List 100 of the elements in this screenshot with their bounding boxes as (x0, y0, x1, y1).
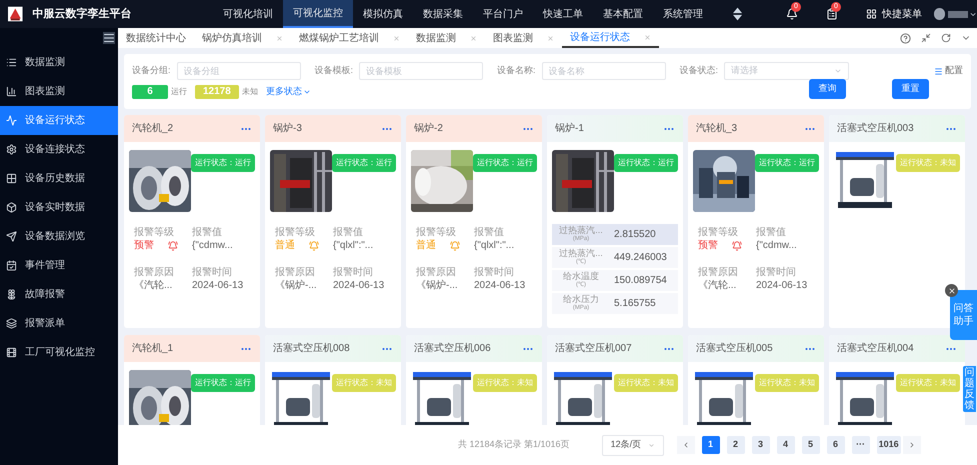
bell-icon (450, 240, 460, 250)
reading-value: 2.815520 (614, 228, 656, 242)
alarm-level: 预警 (698, 239, 718, 252)
action-button[interactable]: 重置 (892, 79, 929, 99)
caret-icon (648, 442, 655, 448)
sidebar-item[interactable]: 事件管理 (0, 251, 118, 280)
more-status-link[interactable]: 更多状态 (266, 85, 311, 99)
sort-icon[interactable] (732, 7, 742, 21)
action-button[interactable]: 查询 (809, 79, 846, 99)
nav-tab[interactable]: 数据采集 (412, 0, 473, 28)
nav-tab[interactable]: 基本配置 (592, 0, 653, 28)
alarm-level: 预警 (134, 239, 154, 252)
filter-label: 设备模板: (314, 64, 354, 78)
reading-name: 过热蒸汽... (559, 226, 603, 234)
sidebar-item[interactable]: 报警派单 (0, 309, 118, 338)
device-name: 活塞式空压机007 (555, 342, 632, 356)
device-name: 锅炉-3 (273, 122, 302, 136)
calendar-icon (6, 260, 17, 271)
page-button[interactable]: 2 (726, 436, 745, 454)
close-icon (948, 286, 956, 294)
status-badge: 运行状态：未知 (614, 374, 678, 392)
config-icon[interactable] (934, 66, 943, 76)
quick-menu[interactable]: 快捷菜单 (882, 6, 922, 22)
sidebar-item[interactable]: 设备数据浏览 (0, 222, 118, 251)
filter-input[interactable]: 设备模板 (359, 62, 484, 80)
nav-tab[interactable]: 平台门户 (472, 0, 533, 28)
nav-tab[interactable]: 可视化监控 (282, 0, 353, 28)
sidebar-item[interactable]: 数据监测 (0, 48, 118, 77)
sidebar-item[interactable]: 工厂可视化监控 (0, 338, 118, 367)
reading-name: 给水温度 (563, 272, 599, 280)
config-link[interactable]: 配置 (945, 64, 963, 78)
filter-input[interactable]: 设备分组 (176, 62, 301, 80)
caret-icon (834, 67, 842, 75)
field-value: 《锅炉-... (416, 279, 459, 292)
count-badge: 6 (132, 85, 168, 99)
status-badge: 运行状态：未知 (473, 374, 537, 392)
sidebar-item[interactable]: 设备实时数据 (0, 193, 118, 222)
nav-tab[interactable]: 可视化培训 (212, 0, 283, 28)
fullscreen-icon[interactable] (921, 33, 931, 43)
film-icon (6, 347, 17, 358)
nav-tab[interactable]: 快速工单 (532, 0, 593, 28)
page-button[interactable]: 3 (752, 436, 770, 454)
alarm-level: 普通 (416, 239, 436, 252)
field-label: 报警原因 (416, 266, 457, 279)
status-badge: 运行状态：运行 (755, 154, 819, 172)
clipboard-icon[interactable] (826, 8, 838, 20)
reading-value: 5.165755 (614, 297, 656, 311)
bell-icon[interactable] (786, 8, 798, 20)
device-name: 活塞式空压机005 (696, 342, 773, 356)
collapse-icon[interactable] (103, 32, 115, 44)
chart-icon (6, 86, 17, 97)
page-button[interactable]: 6 (826, 436, 845, 454)
page-size-select[interactable]: 12条/页 (602, 434, 664, 456)
page-tab[interactable]: 数据监测 (408, 28, 485, 48)
page-tab[interactable]: 燃煤锅炉工艺培训 (291, 28, 408, 48)
page-tab[interactable]: 设备运行状态 (562, 28, 659, 48)
field-label: 报警值 (756, 226, 787, 239)
user-avatar[interactable] (934, 8, 945, 20)
field-label: 报警原因 (134, 266, 175, 279)
device-name: 汽轮机_2 (132, 122, 174, 136)
user-name-blur (948, 10, 968, 18)
sidebar-item[interactable]: 故障报警 (0, 280, 118, 309)
page-tab[interactable]: 数据统计中心 (118, 28, 194, 48)
page-button[interactable]: 4 (776, 436, 795, 454)
filter-input[interactable]: 设备名称 (542, 62, 666, 80)
page-button[interactable]: 1016 (876, 436, 901, 454)
page-tab[interactable]: 锅炉仿真培训 (194, 28, 291, 48)
refresh-icon[interactable] (941, 33, 951, 43)
field-label: 报警时间 (333, 266, 374, 279)
sidebar-item[interactable]: 设备运行状态 (0, 106, 118, 135)
sidebar-item[interactable]: 设备连接状态 (0, 135, 118, 164)
field-value: 2024-06-13 (333, 279, 386, 292)
send-icon (6, 231, 17, 242)
device-name: 汽轮机_1 (132, 342, 174, 356)
status-badge: 运行状态：未知 (332, 374, 396, 392)
field-label: 报警值 (333, 226, 364, 239)
field-label: 报警时间 (756, 266, 797, 279)
nav-tab[interactable]: 模拟仿真 (352, 0, 413, 28)
status-badge: 运行状态：运行 (332, 154, 396, 172)
status-badge: 运行状态：未知 (755, 374, 819, 392)
layers-icon (6, 318, 17, 329)
device-name: 活塞式空压机008 (273, 342, 350, 356)
sidebar-item[interactable]: 图表监测 (0, 77, 118, 106)
page-button[interactable]: 1 (702, 436, 720, 454)
field-value: {"cdmw... (756, 239, 798, 252)
grid-icon[interactable] (866, 8, 877, 20)
page-tab[interactable]: 图表监测 (485, 28, 562, 48)
field-value: 2024-06-13 (474, 279, 526, 292)
help-icon[interactable] (900, 32, 911, 44)
sidebar-item[interactable]: 设备历史数据 (0, 164, 118, 193)
field-value: 《锅炉-... (275, 279, 318, 292)
page-button[interactable]: ··· (852, 436, 870, 454)
status-badge: 运行状态：未知 (896, 374, 960, 392)
field-label: 报警原因 (275, 266, 316, 279)
status-badge: 运行状态：运行 (614, 154, 678, 172)
reading-value: 150.089754 (614, 274, 667, 288)
field-label: 报警时间 (192, 266, 233, 279)
nav-tab[interactable]: 系统管理 (652, 0, 713, 28)
cube-icon (6, 202, 17, 213)
page-button[interactable]: 5 (802, 436, 820, 454)
